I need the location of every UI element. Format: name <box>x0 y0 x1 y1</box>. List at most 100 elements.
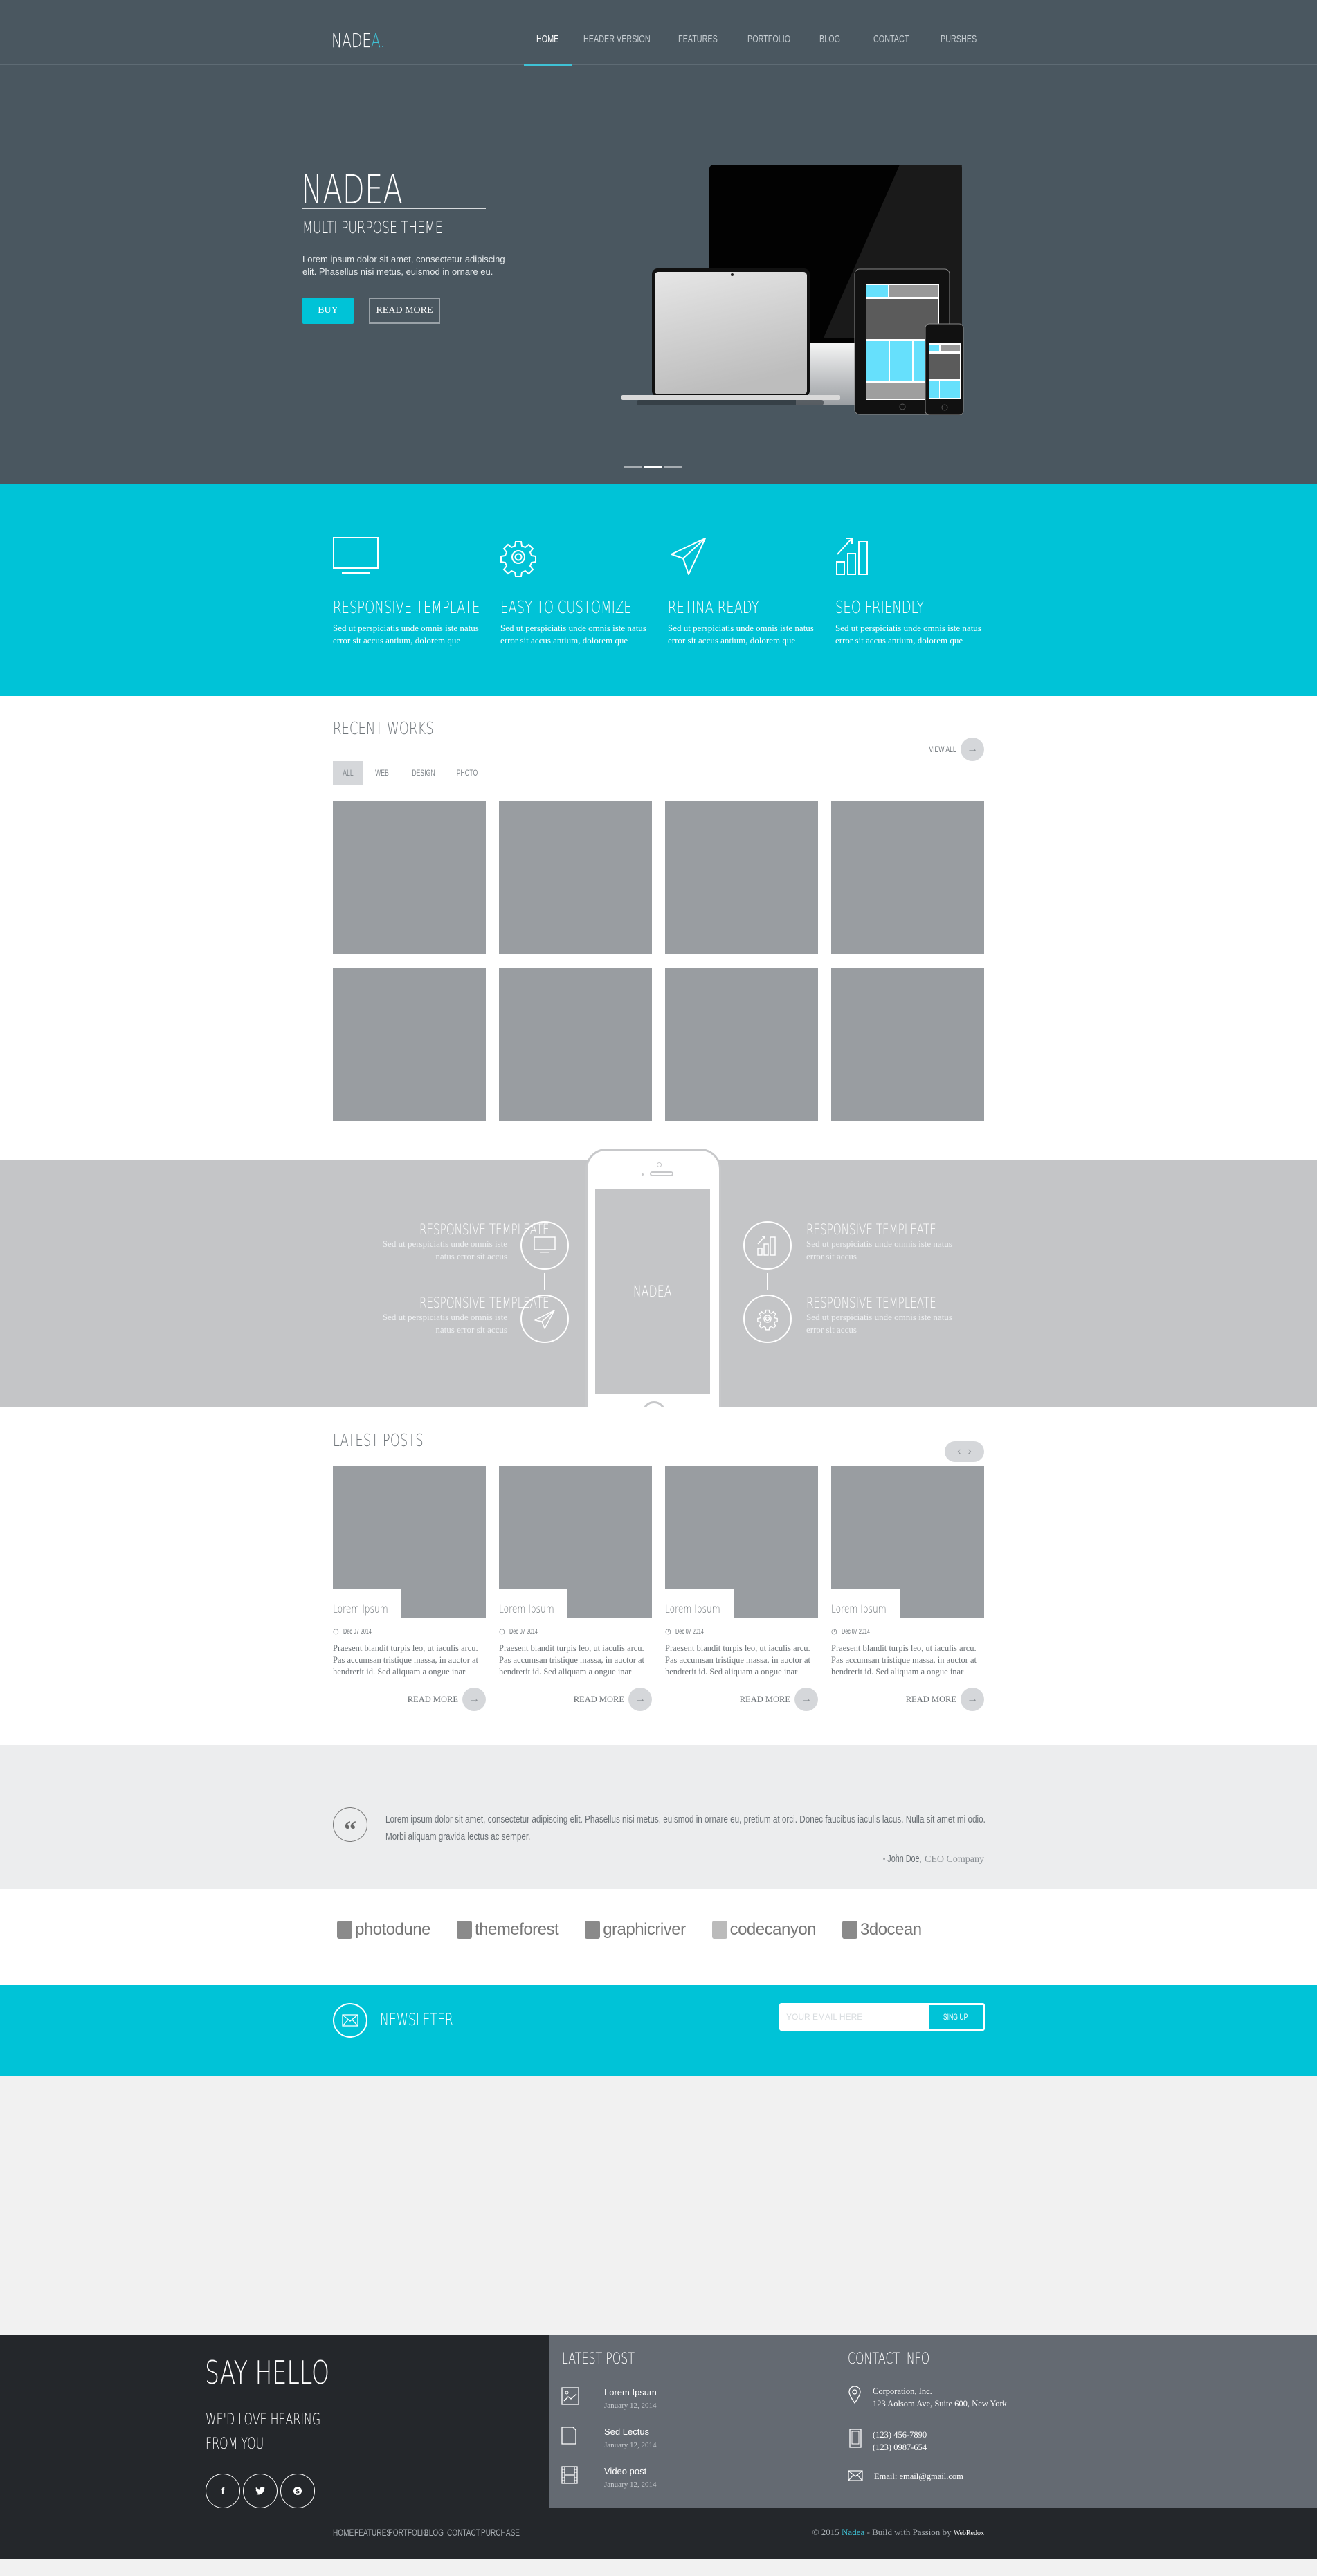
client-logo-codecanyon[interactable]: codecanyon <box>711 1920 817 1939</box>
svg-text:S: S <box>296 2488 300 2495</box>
feature-item: SEO FRIENDLY Sed ut perspiciatis unde om… <box>835 536 1003 647</box>
email-input[interactable] <box>779 2003 923 2031</box>
hero-text: Lorem ipsum dolor sit amet, consectetur … <box>302 254 505 277</box>
read-more-link[interactable]: READ MORE → <box>665 1688 818 1711</box>
nav-blog[interactable]: BLOG <box>819 33 859 65</box>
post-thumbnail[interactable] <box>333 1466 486 1618</box>
laptop-base <box>621 395 840 400</box>
newsletter-section: NEWSLETER SING UP <box>0 1985 1317 2076</box>
chevron-right-icon[interactable]: › <box>968 1445 972 1458</box>
nav-features[interactable]: FEATURES <box>678 33 733 65</box>
footer-nav-portfolio[interactable]: PORTFOLIO <box>388 2527 428 2538</box>
post-date: Dec 07 2014 <box>841 1628 870 1636</box>
portfolio-item[interactable] <box>499 968 652 1121</box>
post-meta: ◷ Dec 07 2014 <box>499 1628 652 1636</box>
social-links: f S <box>206 2474 315 2508</box>
slide-dot-2[interactable] <box>644 466 662 468</box>
feature-item: EASY TO CUSTOMIZE Sed ut perspiciatis un… <box>500 536 668 647</box>
nav-contact[interactable]: CONTACT <box>873 33 926 65</box>
portfolio-item[interactable] <box>831 801 984 954</box>
post-thumbnail[interactable] <box>665 1466 818 1618</box>
post-thumbnail[interactable] <box>499 1466 652 1618</box>
top-navbar: NADEA. HOME HEADER VERSION FEATURES PORT… <box>0 0 1317 66</box>
connector-line <box>544 1273 545 1290</box>
recent-works-section: RECENT WORKS ALL WEB DESIGN PHOTO VIEW A… <box>0 696 1317 1160</box>
portfolio-item[interactable] <box>665 968 818 1121</box>
chevron-left-icon[interactable]: ‹ <box>957 1445 961 1458</box>
read-more-link[interactable]: READ MORE → <box>831 1688 984 1711</box>
showcase-title: RESPONSIVE TEMPLEATE <box>806 1221 936 1238</box>
footer-nav-home[interactable]: HOME <box>333 2527 354 2538</box>
buy-button[interactable]: BUY <box>302 298 354 324</box>
filter-design[interactable]: DESIGN <box>401 761 446 785</box>
nav-header-version[interactable]: HEADER VERSION <box>583 33 664 65</box>
envelope-icon <box>848 2470 863 2481</box>
contact-email: Email: email@gmail.com <box>848 2470 963 2483</box>
slide-dot-3[interactable] <box>664 466 682 468</box>
clock-icon: ◷ <box>831 1628 837 1636</box>
testimonial-quote: Lorem ipsum dolor sit amet, consectetur … <box>385 1814 986 1843</box>
say-hello-title: SAY HELLO <box>205 2354 330 2391</box>
footer-post-item[interactable]: Lorem Ipsum January 12, 2014 <box>561 2387 657 2410</box>
phone-showcase-section: RESPONSIVE TEMPLEATE Sed ut perspiciatis… <box>0 1149 1317 1436</box>
growth-chart-icon <box>836 538 868 575</box>
feature-title: RETINA READY <box>668 597 759 617</box>
clients-section: photodune themeforest graphicriver codec… <box>0 1889 1317 1985</box>
client-logo-3docean[interactable]: 3docean <box>842 1920 922 1939</box>
slide-dot-1[interactable] <box>624 466 642 468</box>
footer-nav-contact[interactable]: CONTACT <box>447 2527 480 2538</box>
portfolio-item[interactable] <box>333 801 486 954</box>
read-more-button[interactable]: READ MORE <box>369 298 440 324</box>
skype-icon[interactable]: S <box>280 2474 315 2508</box>
showcase-title: RESPONSIVE TEMPLEATE <box>419 1221 549 1238</box>
copyright-author-link[interactable]: WebRedox <box>954 2530 984 2537</box>
nav-purshes[interactable]: PURSHES <box>941 33 989 65</box>
devices-mockup-image <box>621 165 964 415</box>
footer-nav-purchase[interactable]: PURCHASE <box>481 2527 520 2538</box>
footer-post-item[interactable]: Sed Lectus January 12, 2014 <box>561 2427 656 2449</box>
read-more-link[interactable]: READ MORE → <box>333 1688 486 1711</box>
showcase-text: Sed ut perspiciatis unde omnis iste natu… <box>806 1312 952 1335</box>
filter-photo[interactable]: PHOTO <box>446 761 488 785</box>
phone-camera <box>657 1162 662 1167</box>
posts-grid: Lorem Ipsum ◷ Dec 07 2014 Praesent blandi… <box>333 1466 984 1711</box>
feature-item: RESPONSIVE TEMPLATE Sed ut perspiciatis … <box>333 536 500 647</box>
footer-post-date: January 12, 2014 <box>604 2402 657 2410</box>
section-title: LATEST POSTS <box>333 1430 424 1450</box>
copyright-brand-link[interactable]: Nadea <box>842 2527 864 2537</box>
hero-divider <box>302 208 486 209</box>
portfolio-item[interactable] <box>831 968 984 1121</box>
nav-home[interactable]: HOME <box>524 33 572 66</box>
post-title[interactable]: Lorem Ipsum <box>665 1602 742 1616</box>
post-title[interactable]: Lorem Ipsum <box>499 1602 576 1616</box>
showcase-text: Sed ut perspiciatis unde omnis iste natu… <box>806 1239 952 1261</box>
filter-web[interactable]: WEB <box>363 761 401 785</box>
client-logo-graphicriver[interactable]: graphicriver <box>585 1920 686 1939</box>
portfolio-item[interactable] <box>499 801 652 954</box>
portfolio-item[interactable] <box>333 968 486 1121</box>
footer-nav-features[interactable]: FEATURES <box>354 2527 391 2538</box>
sign-up-button[interactable]: SING UP <box>929 2005 983 2029</box>
read-more-link[interactable]: READ MORE → <box>499 1688 652 1711</box>
portfolio-item[interactable] <box>665 801 818 954</box>
logo[interactable]: NADEA. <box>331 29 406 52</box>
quote-icon: “ <box>333 1807 367 1843</box>
post-title[interactable]: Lorem Ipsum <box>831 1602 908 1616</box>
client-logo-themeforest[interactable]: themeforest <box>456 1920 559 1939</box>
nav-portfolio[interactable]: PORTFOLIO <box>747 33 805 65</box>
twitter-icon[interactable] <box>243 2474 278 2508</box>
testimonial-author: - John Doe, CEO Company <box>883 1853 984 1865</box>
post-excerpt: Praesent blandit turpis leo, ut iaculis … <box>665 1643 811 1677</box>
filter-all[interactable]: ALL <box>333 761 363 785</box>
contact-info-title: CONTACT INFO <box>848 2350 930 2368</box>
footer-post-item[interactable]: Video post January 12, 2014 <box>561 2466 656 2489</box>
post-thumbnail[interactable] <box>831 1466 984 1618</box>
footer: SAY HELLO WE'D LOVE HEARING FROM YOU f S… <box>0 2335 1317 2508</box>
feature-text: Sed ut perspiciatis unde omnis iste natu… <box>333 623 479 646</box>
client-logo-photodune[interactable]: photodune <box>337 1920 430 1939</box>
footer-nav-blog[interactable]: BLOG <box>424 2527 444 2538</box>
facebook-icon[interactable]: f <box>206 2474 240 2508</box>
view-all-link[interactable]: VIEW ALL → <box>918 738 984 761</box>
connector-line <box>767 1273 768 1290</box>
post-title[interactable]: Lorem Ipsum <box>333 1602 410 1616</box>
